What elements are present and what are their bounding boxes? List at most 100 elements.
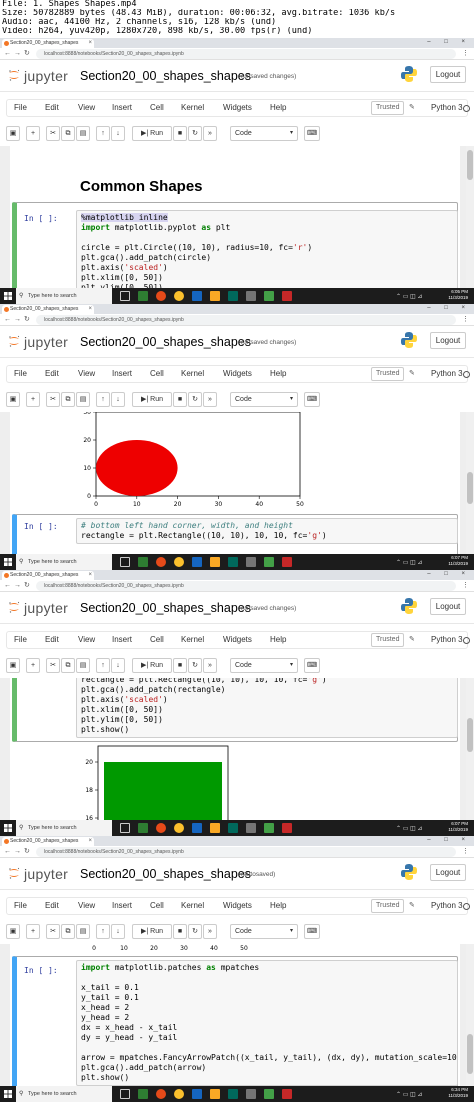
logout-button[interactable]: Logout — [430, 66, 466, 83]
firefox-icon[interactable] — [156, 291, 166, 301]
menu-cell[interactable]: Cell — [150, 635, 164, 644]
scrollbar-thumb[interactable] — [467, 472, 473, 504]
scrollbar[interactable] — [466, 412, 474, 554]
forward-icon[interactable]: → — [14, 315, 21, 325]
app-icon-2[interactable] — [246, 557, 256, 567]
scrollbar[interactable] — [466, 944, 474, 1086]
edit-pencil-icon[interactable]: ✎ — [409, 369, 415, 377]
app-icon[interactable] — [138, 291, 148, 301]
menu-file[interactable]: File — [14, 901, 27, 910]
menu-file[interactable]: File — [14, 103, 27, 112]
paste-icon[interactable]: ▤ — [76, 658, 90, 673]
move-up-icon[interactable]: ↑ — [96, 658, 110, 673]
copy-icon[interactable]: ⧉ — [61, 658, 75, 673]
app-icon[interactable] — [138, 823, 148, 833]
reload-icon[interactable]: ↻ — [24, 581, 30, 591]
move-down-icon[interactable]: ↓ — [111, 126, 125, 141]
command-palette-icon[interactable]: ⌨ — [304, 392, 320, 407]
jupyter-logo-icon[interactable] — [8, 601, 20, 613]
move-down-icon[interactable]: ↓ — [111, 658, 125, 673]
window-controls[interactable]: – □ × — [427, 570, 471, 579]
move-up-icon[interactable]: ↑ — [96, 126, 110, 141]
forward-icon[interactable]: → — [14, 581, 21, 591]
firefox-icon[interactable] — [156, 557, 166, 567]
restart-icon[interactable]: ↻ — [188, 392, 202, 407]
code-editor[interactable]: import matplotlib.patches as mpatches x_… — [76, 960, 458, 1086]
paste-icon[interactable]: ▤ — [76, 126, 90, 141]
paste-icon[interactable]: ▤ — [76, 924, 90, 939]
menu-cell[interactable]: Cell — [150, 369, 164, 378]
app-icon[interactable] — [138, 557, 148, 567]
interrupt-icon[interactable]: ■ — [173, 924, 187, 939]
menu-cell[interactable]: Cell — [150, 901, 164, 910]
back-icon[interactable]: ← — [4, 847, 11, 857]
firefox-icon[interactable] — [156, 823, 166, 833]
window-controls[interactable]: – □ × — [427, 38, 471, 47]
interrupt-icon[interactable]: ■ — [173, 126, 187, 141]
browser-tab[interactable]: Section20_00_shapes_shapes × — [2, 837, 94, 846]
taskbar-search-input[interactable]: ⚲ Type here to search — [16, 554, 112, 570]
command-palette-icon[interactable]: ⌨ — [304, 126, 320, 141]
browser-tab[interactable]: Section20_00_shapes_shapes × — [2, 39, 94, 48]
forward-icon[interactable]: → — [14, 847, 21, 857]
menu-kernel[interactable]: Kernel — [181, 635, 204, 644]
menu-edit[interactable]: Edit — [45, 901, 59, 910]
menu-kernel[interactable]: Kernel — [181, 901, 204, 910]
chrome-icon[interactable] — [174, 291, 184, 301]
tray-icons[interactable]: ⌃ ▭ ◫ ⊿ — [396, 293, 422, 300]
menu-file[interactable]: File — [14, 369, 27, 378]
menu-help[interactable]: Help — [270, 103, 286, 112]
menu-widgets[interactable]: Widgets — [223, 103, 252, 112]
taskbar-clock[interactable]: 6:07 PM 11/3/2019 — [448, 821, 468, 833]
notebook-name[interactable]: Section20_00_shapes_shapes — [80, 335, 251, 349]
jupyter-logo-icon[interactable] — [8, 69, 20, 81]
taskbar-search-input[interactable]: ⚲ Type here to search — [16, 820, 112, 836]
menu-widgets[interactable]: Widgets — [223, 901, 252, 910]
menu-kernel[interactable]: Kernel — [181, 369, 204, 378]
save-icon[interactable]: ▣ — [6, 392, 20, 407]
recorder-icon[interactable] — [282, 1089, 292, 1099]
url-field[interactable]: localhost:8888/notebooks/Section20_00_sh… — [36, 315, 456, 325]
task-view-icon[interactable] — [120, 557, 130, 567]
trusted-badge[interactable]: Trusted — [371, 633, 405, 647]
menu-insert[interactable]: Insert — [112, 901, 132, 910]
code-editor[interactable]: rectangle = plt.Rectangle((10, 10), 10, … — [76, 678, 458, 738]
reload-icon[interactable]: ↻ — [24, 315, 30, 325]
run-button[interactable]: ▶| Run — [132, 392, 172, 407]
menu-cell[interactable]: Cell — [150, 103, 164, 112]
menu-kernel[interactable]: Kernel — [181, 103, 204, 112]
file-explorer-icon[interactable] — [210, 557, 220, 567]
command-palette-icon[interactable]: ⌨ — [304, 924, 320, 939]
menu-edit[interactable]: Edit — [45, 103, 59, 112]
recorder-icon[interactable] — [282, 291, 292, 301]
taskbar-clock[interactable]: 6:34 PM 11/3/2019 — [448, 1087, 468, 1099]
code-editor[interactable]: # bottom left hand corner, width, and he… — [76, 518, 458, 544]
edit-pencil-icon[interactable]: ✎ — [409, 635, 415, 643]
run-button[interactable]: ▶| Run — [132, 126, 172, 141]
chrome-icon[interactable] — [174, 823, 184, 833]
menu-widgets[interactable]: Widgets — [223, 369, 252, 378]
copy-icon[interactable]: ⧉ — [61, 126, 75, 141]
browser-menu-icon[interactable]: ⋮ — [462, 315, 469, 325]
trusted-badge[interactable]: Trusted — [371, 367, 405, 381]
taskbar-clock[interactable]: 6:07 PM 11/3/2019 — [448, 555, 468, 567]
chrome-icon[interactable] — [174, 557, 184, 567]
word-icon[interactable] — [192, 557, 202, 567]
windows-start-icon[interactable] — [4, 824, 12, 832]
camtasia-icon[interactable] — [264, 557, 274, 567]
menu-insert[interactable]: Insert — [112, 635, 132, 644]
logout-button[interactable]: Logout — [430, 864, 466, 881]
code-editor[interactable]: %matplotlib inline import matplotlib.pypl… — [76, 210, 458, 288]
scrollbar-thumb[interactable] — [467, 718, 473, 752]
close-tab-icon[interactable]: × — [88, 837, 92, 846]
word-icon[interactable] — [192, 291, 202, 301]
back-icon[interactable]: ← — [4, 49, 11, 59]
menu-view[interactable]: View — [78, 369, 95, 378]
menu-view[interactable]: View — [78, 635, 95, 644]
insert-cell-icon[interactable]: + — [26, 924, 40, 939]
app-icon-2[interactable] — [246, 823, 256, 833]
menu-view[interactable]: View — [78, 103, 95, 112]
file-explorer-icon[interactable] — [210, 1089, 220, 1099]
browser-menu-icon[interactable]: ⋮ — [462, 49, 469, 59]
interrupt-icon[interactable]: ■ — [173, 392, 187, 407]
